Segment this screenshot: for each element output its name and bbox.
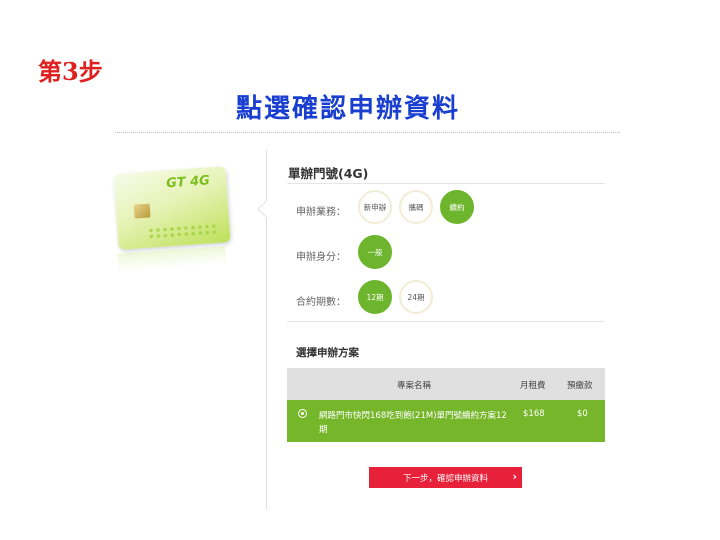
plan-table-header: 專案名稱 月租費 預繳款 <box>287 368 605 400</box>
section-divider <box>287 183 605 184</box>
column-plan-name: 專案名稱 <box>397 381 432 391</box>
next-step-button[interactable]: 下一步，確認申辦資料 › <box>369 467 522 488</box>
contract-period-label: 合約期數： <box>296 297 346 308</box>
page-title: 點選確認申辦資料 <box>236 94 461 124</box>
step-label: 第3步 <box>38 57 103 86</box>
sim-chip-icon <box>133 203 151 219</box>
sim-card-image: GT 4G <box>113 166 231 250</box>
option-general[interactable]: 一般 <box>358 235 392 269</box>
option-12-months[interactable]: 12期 <box>358 280 392 314</box>
top-divider <box>115 132 620 133</box>
column-prepayment: 預繳款 <box>567 381 593 391</box>
plan-section-title: 選擇申辦方案 <box>296 347 359 359</box>
plan-prepayment: $0 <box>577 409 588 419</box>
sim-pattern <box>147 222 218 240</box>
gt-4g-logo: GT 4G <box>165 173 211 192</box>
section-title: 單辦門號(4G) <box>288 166 369 181</box>
sim-card-reflection <box>117 246 227 272</box>
option-new-application[interactable]: 新申辦 <box>358 190 392 224</box>
radio-selected-icon[interactable] <box>298 409 307 418</box>
plan-monthly-fee: $168 <box>523 409 545 419</box>
option-number-portability[interactable]: 攜碼 <box>399 190 433 224</box>
plan-name: 網路門市快閃168吃到飽(21M)單門號續約方案12期 <box>319 411 507 435</box>
identity-label: 申辦身分： <box>296 252 346 263</box>
column-monthly-fee: 月租費 <box>520 381 546 391</box>
next-step-label: 下一步，確認申辦資料 <box>402 473 488 484</box>
plan-table-row[interactable]: 網路門市快閃168吃到飽(21M)單門號續約方案12期 $168 $0 <box>287 400 605 442</box>
chevron-right-icon: › <box>512 470 517 483</box>
divider-notch <box>257 200 275 218</box>
option-24-months[interactable]: 24期 <box>399 280 433 314</box>
option-renewal[interactable]: 續約 <box>440 190 474 224</box>
section-divider <box>287 321 605 322</box>
service-type-label: 申辦業務： <box>296 207 346 218</box>
